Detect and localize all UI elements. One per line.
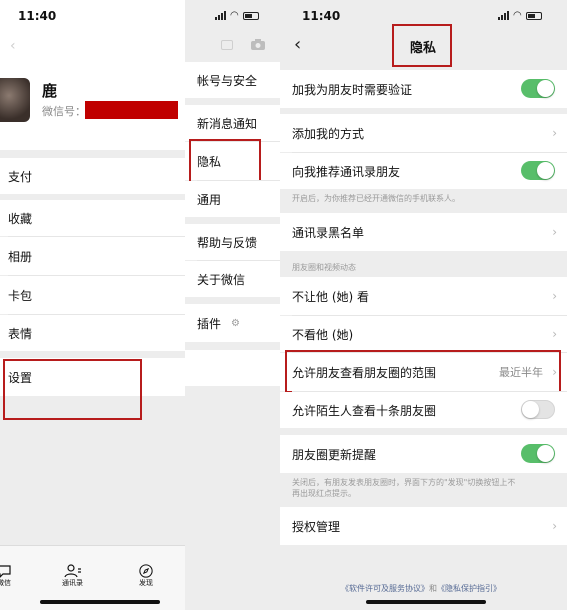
tab-discover[interactable]: 发现	[138, 564, 154, 588]
settings-item-label: 帮助与反馈	[197, 235, 258, 250]
status-icons: ◠	[215, 10, 259, 21]
chevron-right-icon: ›	[552, 327, 557, 341]
highlight-box-moments-range	[285, 350, 561, 393]
profile-name: 鹿	[42, 82, 58, 100]
setting-hide-my-posts[interactable]: 不让他 (她) 看 ›	[280, 277, 567, 315]
settings-item-label: 通用	[197, 192, 222, 207]
setting-add-methods[interactable]: 添加我的方式 ›	[280, 114, 567, 152]
link-software-license[interactable]: 《软件许可及服务协议》	[341, 584, 429, 593]
settings-item-label: 新消息通知	[197, 116, 258, 131]
settings-item-notifications[interactable]: 新消息通知	[185, 105, 280, 141]
wechat-id-label: 微信号：	[42, 105, 86, 118]
setting-label: 允许陌生人查看十条朋友圈	[292, 403, 437, 418]
contacts-icon	[63, 564, 81, 578]
setting-verify-friend[interactable]: 加我为朋友时需要验证	[280, 70, 567, 108]
settings-item-label: 关于微信	[197, 272, 246, 287]
reminder-note-line1: 关闭后，有朋友发表朋友圈时，界面下方的"发现"切换按钮上不	[292, 478, 516, 487]
menu-item-pay[interactable]: 支付	[0, 158, 185, 194]
recommend-note: 开启后，为你推荐已经开通微信的手机联系人。	[292, 194, 460, 203]
plugin-gear-icon: ⚙	[231, 317, 240, 329]
qr-icon[interactable]	[221, 40, 233, 50]
setting-label: 朋友圈更新提醒	[292, 447, 377, 462]
footer-and: 和	[429, 584, 437, 593]
wifi-icon: ◠	[513, 10, 522, 21]
tab-label: 微信	[0, 579, 11, 587]
highlight-box-title	[392, 24, 452, 67]
menu-item-label: 表情	[8, 326, 33, 341]
wifi-icon: ◠	[230, 10, 239, 21]
menu-item-favorites[interactable]: 收藏	[0, 200, 185, 236]
setting-label: 加我为朋友时需要验证	[292, 82, 413, 97]
reminder-note-line2: 再出现红点提示。	[292, 489, 356, 498]
settings-header	[185, 0, 280, 60]
back-chevron-icon[interactable]: ‹	[294, 34, 301, 55]
settings-item-general[interactable]: 通用	[185, 181, 280, 217]
menu-item-label: 支付	[8, 169, 33, 184]
signal-icon	[498, 11, 509, 20]
avatar[interactable]	[0, 78, 30, 122]
status-icons: ◠	[498, 10, 542, 21]
menu-item-label: 卡包	[8, 288, 33, 303]
home-indicator	[366, 600, 486, 604]
settings-item-account-security[interactable]: 帐号与安全	[185, 62, 280, 98]
setting-authorization[interactable]: 授权管理 ›	[280, 507, 567, 545]
chat-bubble-icon	[0, 565, 11, 578]
settings-item-about[interactable]: 关于微信	[185, 261, 280, 297]
me-panel: 11:40 ‹ 鹿 微信号： 支付 收藏 相册 卡包 表情 设置 微信 通讯录 …	[0, 0, 185, 610]
blank-row	[185, 350, 280, 386]
toggle-verify-friend[interactable]	[521, 79, 555, 98]
back-arrow-icon[interactable]: ‹	[10, 38, 16, 54]
chevron-right-icon: ›	[552, 225, 557, 239]
setting-hide-their-posts[interactable]: 不看他 (她) ›	[280, 316, 567, 352]
setting-label: 通讯录黑名单	[292, 225, 365, 240]
chevron-right-icon: ›	[552, 126, 557, 140]
chevron-right-icon: ›	[552, 289, 557, 303]
setting-blacklist[interactable]: 通讯录黑名单 ›	[280, 213, 567, 251]
signal-icon	[215, 11, 226, 20]
setting-label: 不让他 (她) 看	[292, 289, 369, 304]
setting-moments-update-reminder[interactable]: 朋友圈更新提醒	[280, 435, 567, 473]
menu-item-stickers[interactable]: 表情	[0, 315, 185, 351]
setting-label: 授权管理	[292, 519, 341, 534]
settings-panel: ◠ 帐号与安全 新消息通知 隐私 通用 帮助与反馈 关于微信 插件 ⚙	[185, 0, 280, 610]
battery-icon	[525, 11, 542, 20]
chevron-right-icon: ›	[552, 519, 557, 533]
setting-label: 不看他 (她)	[292, 327, 354, 342]
setting-label: 向我推荐通讯录朋友	[292, 164, 401, 179]
redacted-wechat-id	[85, 101, 178, 119]
menu-item-label: 收藏	[8, 211, 33, 226]
battery-icon	[242, 11, 259, 20]
privacy-panel: 11:40 ◠ ‹ 隐私 加我为朋友时需要验证 添加我的方式 › 向我推荐通讯录…	[280, 0, 567, 610]
link-privacy-guide[interactable]: 《隐私保护指引》	[437, 584, 501, 593]
toggle-stranger-ten-posts[interactable]	[521, 400, 555, 419]
setting-recommend-contacts[interactable]: 向我推荐通讯录朋友	[280, 153, 567, 189]
settings-item-help-feedback[interactable]: 帮助与反馈	[185, 224, 280, 260]
settings-item-label: 插件	[197, 316, 222, 331]
settings-item-plugins[interactable]: 插件 ⚙	[185, 304, 280, 342]
tab-chats[interactable]: 微信	[0, 564, 12, 588]
menu-item-cards[interactable]: 卡包	[0, 276, 185, 314]
highlight-box-privacy	[189, 139, 261, 184]
setting-label: 添加我的方式	[292, 126, 365, 141]
section-header-moments: 朋友圈和视频动态	[292, 263, 356, 272]
toggle-recommend-contacts[interactable]	[521, 161, 555, 180]
tab-label: 通讯录	[62, 579, 83, 587]
status-time: 11:40	[18, 9, 57, 23]
status-time: 11:40	[302, 9, 341, 23]
camera-icon[interactable]	[250, 38, 266, 51]
compass-icon	[139, 564, 153, 578]
tab-label: 发现	[139, 579, 153, 587]
menu-item-label: 相册	[8, 249, 33, 264]
footer-links: 《软件许可及服务协议》和《隐私保护指引》	[341, 583, 501, 594]
setting-stranger-ten-posts[interactable]: 允许陌生人查看十条朋友圈	[280, 392, 567, 428]
settings-item-label: 帐号与安全	[197, 73, 258, 88]
home-indicator	[40, 600, 160, 604]
tab-contacts[interactable]: 通讯录	[62, 564, 83, 588]
menu-item-album[interactable]: 相册	[0, 237, 185, 275]
toggle-moments-update-reminder[interactable]	[521, 444, 555, 463]
highlight-box-settings	[3, 359, 142, 420]
